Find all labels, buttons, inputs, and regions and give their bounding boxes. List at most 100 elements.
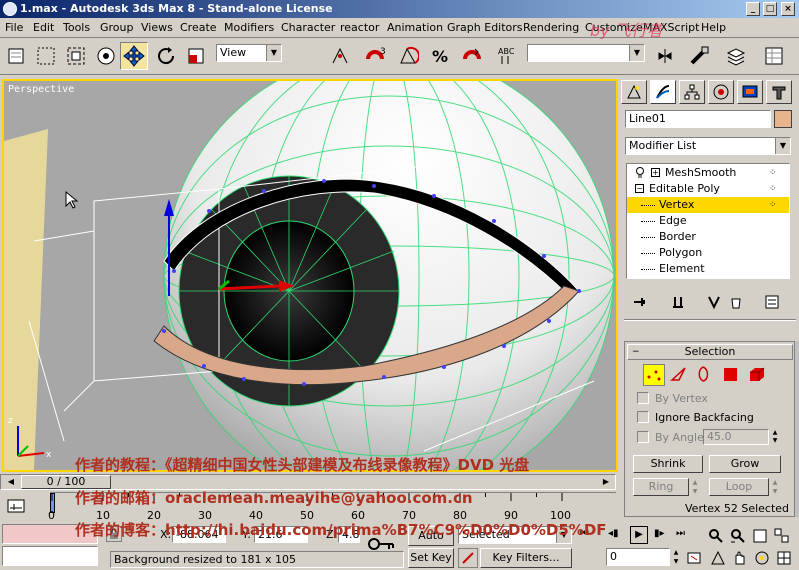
loop-button[interactable]: Loop: [709, 478, 769, 496]
spinner-snap-icon[interactable]: [458, 42, 486, 70]
grow-button[interactable]: Grow: [709, 455, 781, 473]
arc-rotate-icon[interactable]: [754, 550, 770, 569]
frame-spinner[interactable]: ▲ ▼: [671, 548, 681, 566]
align-icon[interactable]: [685, 42, 713, 70]
motion-tab-icon[interactable]: [708, 80, 734, 104]
menu-group[interactable]: Group: [100, 21, 134, 34]
polygon-mode-icon[interactable]: [721, 364, 743, 386]
maximize-viewport-icon[interactable]: [776, 550, 792, 569]
expand-icon[interactable]: +: [651, 168, 660, 177]
key-filters-button[interactable]: Key Filters...: [480, 548, 572, 568]
zoom-extents-icon[interactable]: [752, 528, 768, 547]
stack-item-edge[interactable]: Edge: [627, 213, 789, 229]
select-move-icon[interactable]: [120, 42, 148, 70]
command-panel-scrollbar[interactable]: [794, 341, 799, 517]
menu-modifiers[interactable]: Modifiers: [224, 21, 274, 34]
menu-create[interactable]: Create: [180, 21, 217, 34]
ring-spinner[interactable]: ▲ ▼: [690, 478, 700, 496]
perspective-viewport[interactable]: Perspective z x: [2, 79, 618, 472]
shrink-button[interactable]: Shrink: [633, 455, 703, 473]
utilities-tab-icon[interactable]: [766, 80, 792, 104]
angle-snap-icon[interactable]: [394, 42, 422, 70]
previous-frame-icon[interactable]: ◂▮: [608, 528, 619, 539]
stack-item-vertex[interactable]: Vertex ⁘: [627, 197, 789, 213]
time-next-icon[interactable]: ▶: [597, 475, 615, 489]
maximize-button[interactable]: □: [763, 2, 777, 16]
time-config-icon[interactable]: [686, 550, 702, 569]
menu-graph-editors[interactable]: Graph Editors: [447, 21, 523, 34]
select-by-name-icon[interactable]: [92, 42, 120, 70]
menu-file[interactable]: File: [5, 21, 23, 34]
named-selection-dropdown[interactable]: ▼: [527, 44, 645, 62]
display-tab-icon[interactable]: [737, 80, 763, 104]
close-button[interactable]: ×: [781, 2, 795, 16]
create-tab-icon[interactable]: [621, 80, 647, 104]
current-frame-input[interactable]: 0: [606, 548, 670, 566]
menu-character[interactable]: Character: [281, 21, 335, 34]
minimize-button[interactable]: _: [746, 2, 760, 16]
make-unique-icon[interactable]: [706, 294, 722, 313]
menu-tools[interactable]: Tools: [63, 21, 90, 34]
selection-rollout-header[interactable]: − Selection: [627, 344, 793, 360]
time-prev-icon[interactable]: ◀: [2, 475, 20, 489]
zoom-all-icon[interactable]: [730, 528, 746, 547]
zoom-icon[interactable]: [708, 528, 724, 547]
key-icon[interactable]: [458, 548, 478, 568]
element-mode-icon[interactable]: [747, 364, 769, 386]
ring-button[interactable]: Ring: [633, 478, 689, 496]
border-mode-icon[interactable]: [695, 364, 717, 386]
show-end-result-icon[interactable]: [670, 294, 686, 313]
edge-mode-icon[interactable]: [669, 364, 691, 386]
menu-reactor[interactable]: reactor: [340, 21, 379, 34]
maxscript-input[interactable]: [2, 546, 98, 566]
layer-manager-icon[interactable]: [722, 42, 750, 70]
manipulate-icon[interactable]: [326, 42, 354, 70]
link-icon[interactable]: [32, 42, 60, 70]
hierarchy-tab-icon[interactable]: [679, 80, 705, 104]
object-name-field[interactable]: Line01: [625, 110, 771, 128]
modifier-stack[interactable]: + MeshSmooth ⁘ − Editable Poly ⁘ Vertex …: [626, 163, 790, 279]
menu-edit[interactable]: Edit: [33, 21, 54, 34]
menu-animation[interactable]: Animation: [387, 21, 443, 34]
reference-coord-dropdown[interactable]: View ▼: [216, 44, 282, 62]
collapse-icon[interactable]: −: [635, 184, 644, 193]
loop-spinner[interactable]: ▲ ▼: [770, 478, 780, 496]
field-of-view-icon[interactable]: [710, 550, 726, 569]
angle-value-input[interactable]: 45.0: [703, 429, 769, 445]
select-region-icon[interactable]: [62, 42, 90, 70]
remove-modifier-icon[interactable]: [728, 294, 744, 313]
mini-curve-editor-icon[interactable]: [6, 496, 26, 516]
menu-help[interactable]: Help: [701, 21, 726, 34]
ignore-backfacing-checkbox[interactable]: [637, 411, 649, 423]
play-icon[interactable]: ▶: [630, 526, 648, 544]
modify-tab-icon[interactable]: [650, 80, 676, 104]
select-rotate-icon[interactable]: [152, 42, 180, 70]
pan-icon[interactable]: [732, 550, 748, 569]
modifier-list-dropdown[interactable]: Modifier List ▼: [625, 137, 791, 155]
snap-toggle-icon[interactable]: 3: [362, 42, 390, 70]
angle-spinner[interactable]: ▲ ▼: [770, 429, 780, 445]
stack-item-editable-poly[interactable]: − Editable Poly ⁘: [627, 181, 789, 197]
select-scale-icon[interactable]: [182, 42, 210, 70]
set-key-button[interactable]: Set Key: [408, 548, 454, 568]
curve-editor-icon[interactable]: [760, 42, 788, 70]
stack-item-polygon[interactable]: Polygon: [627, 245, 789, 261]
configure-sets-icon[interactable]: [764, 294, 780, 313]
stack-item-border[interactable]: Border: [627, 229, 789, 245]
by-vertex-checkbox[interactable]: [637, 392, 649, 404]
mirror-icon[interactable]: [652, 42, 680, 70]
menu-rendering[interactable]: Rendering: [523, 21, 579, 34]
edit-named-selection-icon[interactable]: ABC: [494, 42, 522, 70]
object-color-swatch[interactable]: [774, 110, 792, 128]
menu-views[interactable]: Views: [141, 21, 173, 34]
stack-item-element[interactable]: Element: [627, 261, 789, 277]
undo-icon[interactable]: [2, 42, 30, 70]
pin-stack-icon[interactable]: [632, 294, 648, 313]
stack-item-meshsmooth[interactable]: + MeshSmooth ⁘: [627, 165, 789, 181]
next-frame-icon[interactable]: ▮▸: [654, 528, 665, 539]
zoom-extents-all-icon[interactable]: [774, 528, 790, 547]
vertex-mode-icon[interactable]: [643, 364, 665, 386]
go-to-end-icon[interactable]: ⏭: [676, 528, 685, 539]
by-angle-checkbox[interactable]: [637, 431, 649, 443]
percent-snap-icon[interactable]: %: [426, 42, 454, 70]
